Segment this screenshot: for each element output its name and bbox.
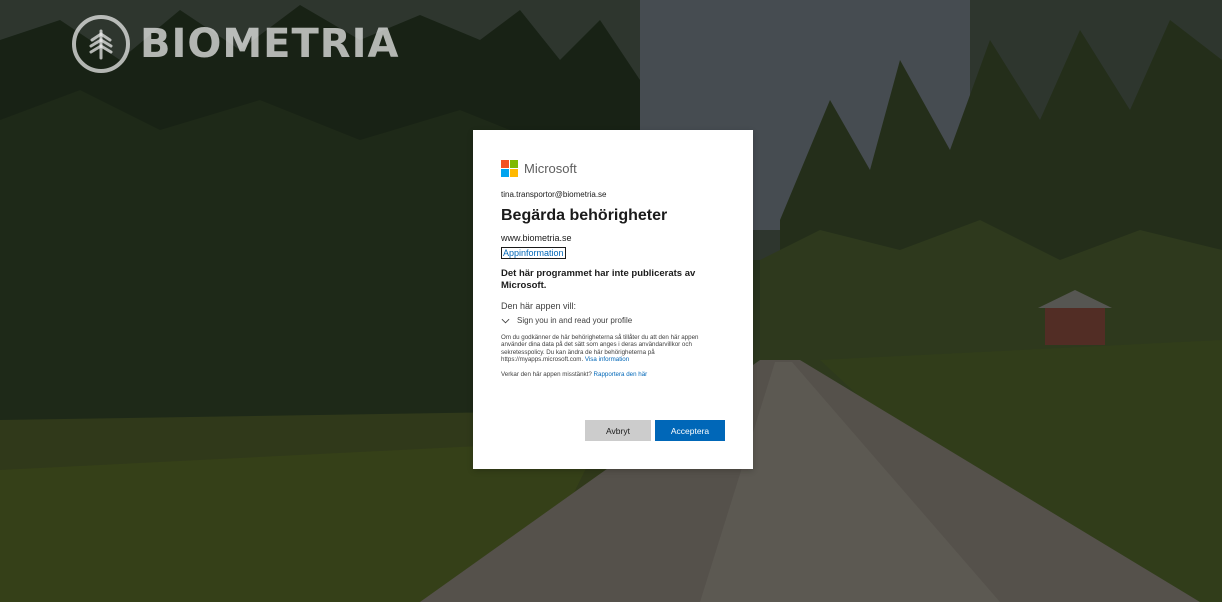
microsoft-logo-icon xyxy=(501,159,518,177)
permission-label: Sign you in and read your profile xyxy=(517,316,633,325)
account-email: tina.transportor@biometria.se xyxy=(501,190,607,199)
chevron-down-icon[interactable] xyxy=(501,318,510,324)
cancel-button[interactable]: Avbryt xyxy=(585,420,651,441)
microsoft-brand-name: Microsoft xyxy=(524,160,577,176)
biometria-logo-text: BIOMETRIA xyxy=(140,21,400,67)
microsoft-brand: Microsoft xyxy=(501,158,725,178)
tree-rings-icon xyxy=(89,29,113,60)
biometria-logo: BIOMETRIA xyxy=(72,14,399,74)
suspicious-question: Verkar den här appen misstänkt? xyxy=(501,370,592,378)
app-wants-label: Den här appen vill: xyxy=(501,301,577,311)
biometria-logo-icon xyxy=(72,15,130,73)
page-title: Begärda behörigheter xyxy=(501,207,668,224)
permissions-dialog: Microsoft tina.transportor@biometria.se … xyxy=(473,130,753,469)
suspicious-app-line: Verkar den här appen misstänkt? Rapporte… xyxy=(501,371,725,378)
view-information-link[interactable]: Visa information xyxy=(585,356,629,363)
app-info-link[interactable]: Appinformation xyxy=(501,247,566,259)
accept-button[interactable]: Acceptera xyxy=(655,420,725,441)
dialog-buttons: Avbryt Acceptera xyxy=(585,420,725,441)
unverified-publisher-warning: Det här programmet har inte publicerats … xyxy=(501,268,696,291)
permission-item[interactable]: Sign you in and read your profile xyxy=(501,316,725,325)
report-app-link[interactable]: Rapportera den här xyxy=(594,371,648,378)
app-publisher-domain: www.biometria.se xyxy=(501,233,572,243)
consent-text-block: Om du godkänner de här behörigheterna så… xyxy=(501,334,725,364)
